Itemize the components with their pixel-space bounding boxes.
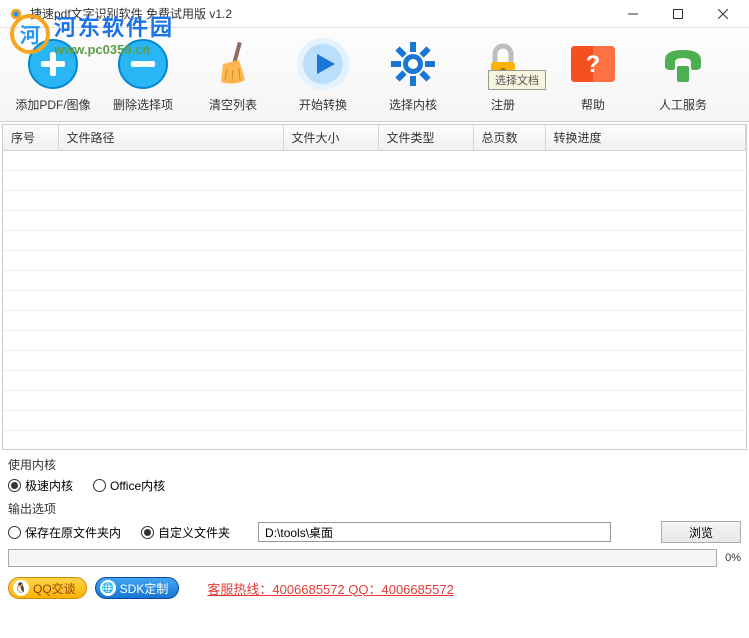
col-type[interactable]: 文件类型 [378, 125, 473, 151]
table-row [3, 311, 746, 331]
table-row [3, 271, 746, 291]
radio-icon [93, 479, 106, 492]
kernel-section: 使用内核 极速内核 Office内核 [8, 456, 741, 494]
footer: 🐧 QQ交谈 🌐 SDK定制 客服热线：4006685572 QQ：400668… [0, 573, 749, 607]
output-custom-radio[interactable]: 自定义文件夹 [141, 524, 230, 541]
qq-icon: 🐧 [13, 580, 29, 596]
table-row [3, 211, 746, 231]
select-kernel-button[interactable]: 选择内核 [368, 32, 458, 117]
progress-row: 0% [8, 549, 741, 567]
radio-icon [8, 526, 21, 539]
kernel-fast-radio[interactable]: 极速内核 [8, 477, 73, 494]
table-row [3, 251, 746, 271]
col-pages[interactable]: 总页数 [473, 125, 545, 151]
table-row [3, 371, 746, 391]
titlebar: 捷速pdf文字识别软件 免费试用版 v1.2 [0, 0, 749, 28]
col-size[interactable]: 文件大小 [283, 125, 378, 151]
browse-button[interactable]: 浏览 [661, 521, 741, 543]
output-section: 输出选项 保存在原文件夹内 自定义文件夹 浏览 [8, 500, 741, 543]
add-pdf-button[interactable]: 添加PDF/图像 [8, 32, 98, 117]
table-row [3, 191, 746, 211]
help-button[interactable]: ? 帮助 [548, 32, 638, 117]
table-row [3, 291, 746, 311]
minimize-button[interactable] [610, 0, 655, 28]
sdk-button[interactable]: 🌐 SDK定制 [95, 577, 180, 599]
play-icon [295, 36, 351, 92]
table-row [3, 151, 746, 171]
clear-button[interactable]: 清空列表 [188, 32, 278, 117]
radio-icon [141, 526, 154, 539]
table-row [3, 171, 746, 191]
col-path[interactable]: 文件路径 [58, 125, 283, 151]
close-button[interactable] [700, 0, 745, 28]
output-title: 输出选项 [8, 500, 741, 517]
broom-icon [205, 36, 261, 92]
start-button[interactable]: 开始转换 [278, 32, 368, 117]
radio-icon [8, 479, 21, 492]
kernel-office-radio[interactable]: Office内核 [93, 477, 165, 494]
output-same-radio[interactable]: 保存在原文件夹内 [8, 524, 121, 541]
gear-icon [385, 36, 441, 92]
window-title: 捷速pdf文字识别软件 免费试用版 v1.2 [30, 5, 610, 22]
table-row [3, 231, 746, 251]
phone-icon [655, 36, 711, 92]
output-path-input[interactable] [258, 522, 611, 542]
table-row [3, 391, 746, 411]
hotline-text[interactable]: 客服热线：4006685572 QQ：4006685572 [207, 579, 453, 598]
add-icon [25, 36, 81, 92]
globe-icon: 🌐 [100, 580, 116, 596]
progress-bar [8, 549, 717, 567]
table-row [3, 411, 746, 431]
help-icon: ? [565, 36, 621, 92]
support-button[interactable]: 人工服务 [638, 32, 728, 117]
col-index[interactable]: 序号 [3, 125, 58, 151]
tooltip: 选择文档 [488, 70, 546, 90]
app-icon [8, 6, 24, 22]
table-row [3, 351, 746, 371]
delete-button[interactable]: 删除选择项 [98, 32, 188, 117]
col-progress[interactable]: 转换进度 [545, 125, 746, 151]
maximize-button[interactable] [655, 0, 700, 28]
qq-chat-button[interactable]: 🐧 QQ交谈 [8, 577, 87, 599]
delete-icon [115, 36, 171, 92]
kernel-title: 使用内核 [8, 456, 741, 473]
file-table[interactable]: 序号 文件路径 文件大小 文件类型 总页数 转换进度 [2, 124, 747, 450]
register-button[interactable]: 注册 选择文档 [458, 32, 548, 117]
table-row [3, 331, 746, 351]
svg-text:?: ? [586, 51, 601, 78]
toolbar: 添加PDF/图像 删除选择项 清空列表 开始转换 选择内核 注册 选择文档 ? [0, 28, 749, 122]
progress-percent: 0% [721, 552, 741, 564]
